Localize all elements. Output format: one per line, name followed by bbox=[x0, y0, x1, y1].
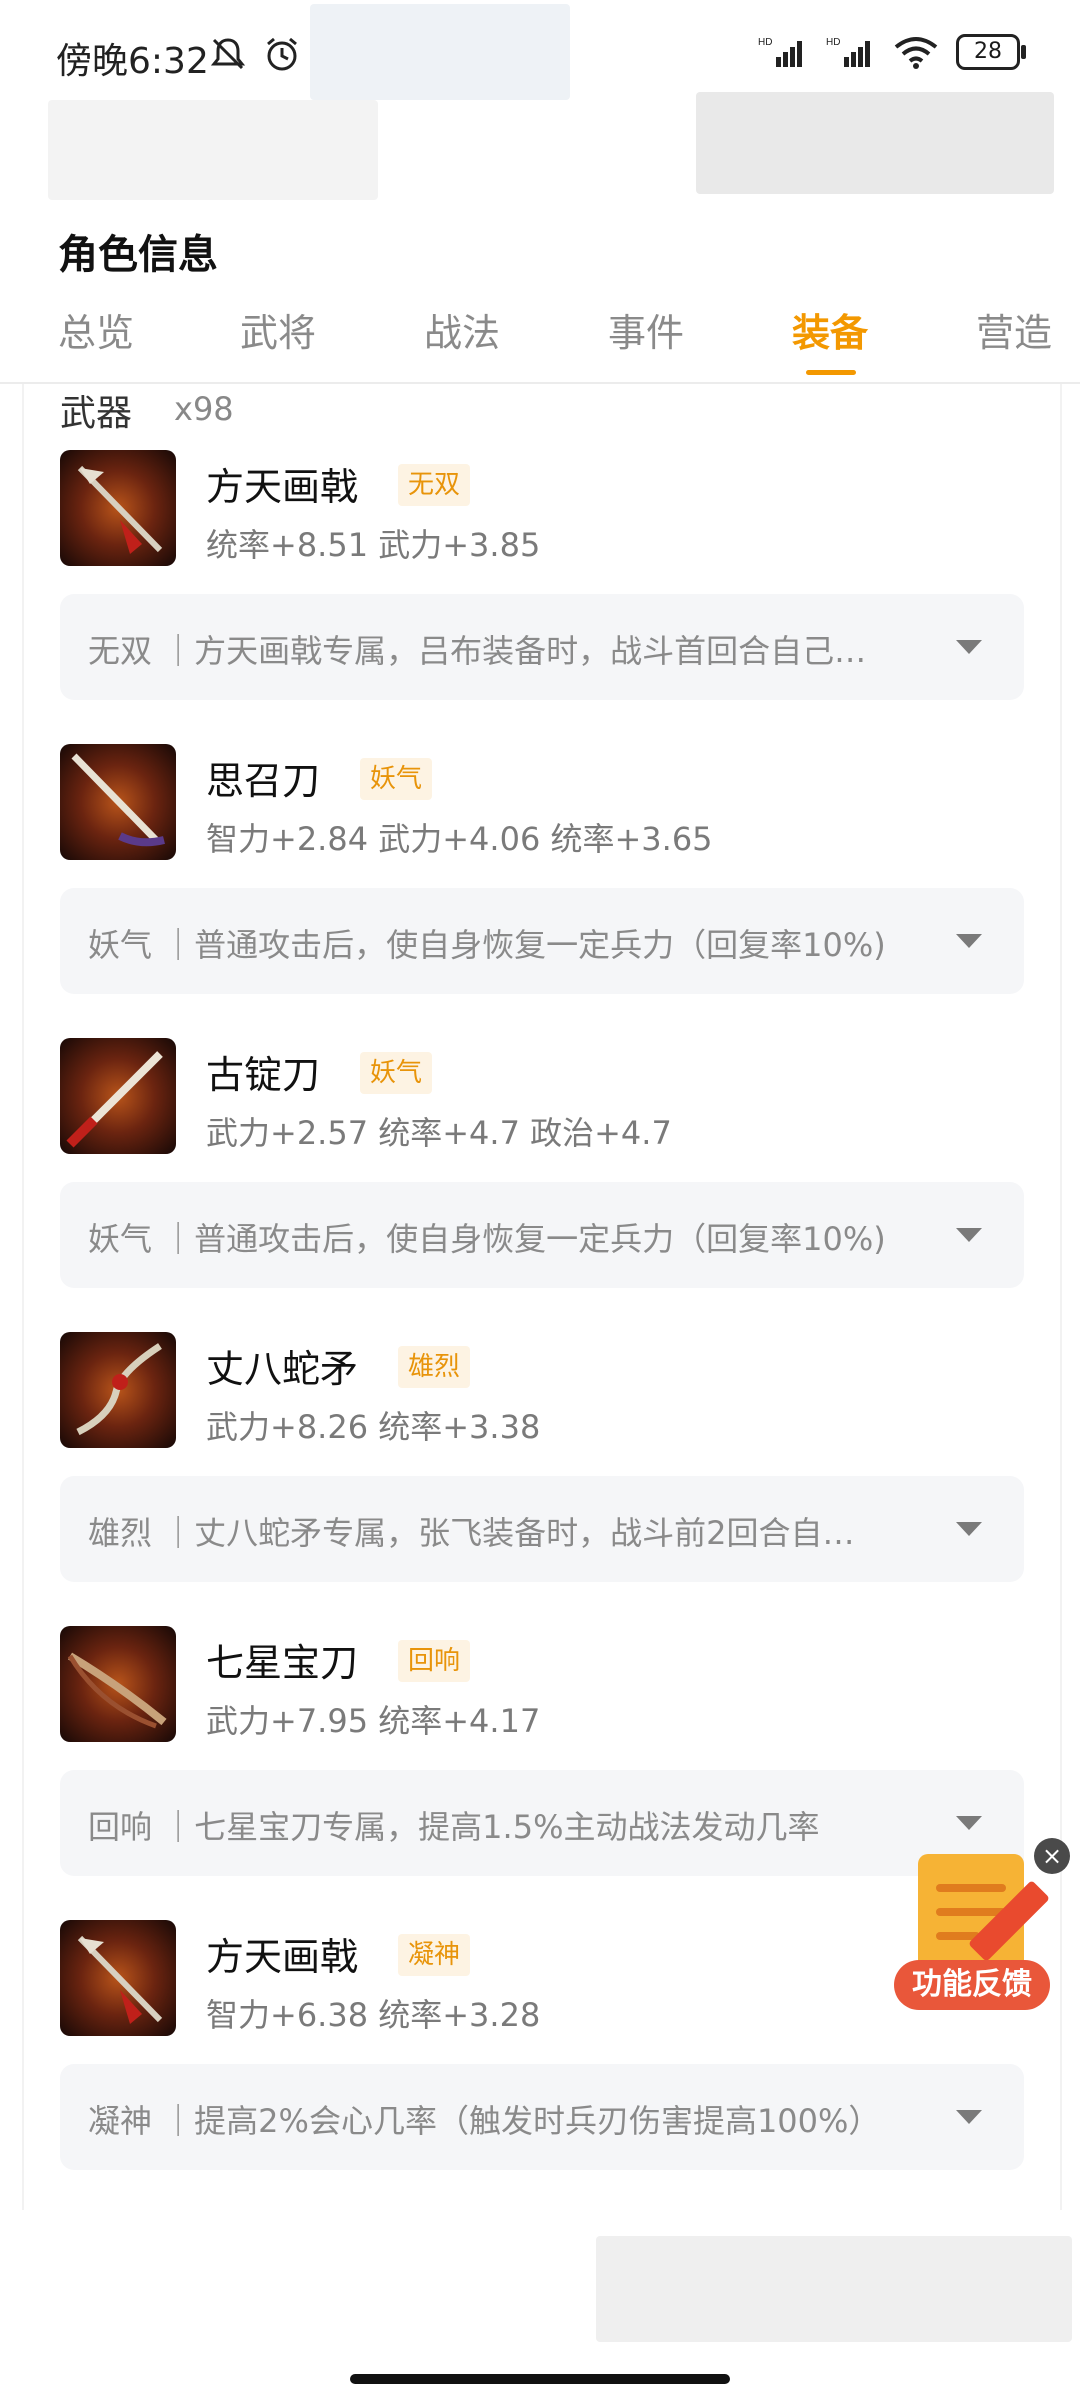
close-icon[interactable]: × bbox=[1034, 1838, 1070, 1874]
chevron-down-icon bbox=[956, 1228, 982, 1242]
skill-tag: 无双 bbox=[398, 464, 471, 506]
chevron-down-icon bbox=[956, 1522, 982, 1536]
weapon-serpent-spear-image bbox=[60, 1332, 176, 1448]
list-item[interactable]: 思召刀 妖气 智力+2.84 武力+4.06 统率+3.65 妖气 ｜普通攻击后… bbox=[60, 744, 1024, 1030]
status-time: 傍晚6:32 bbox=[56, 41, 209, 82]
item-name: 丈八蛇矛 bbox=[206, 1347, 359, 1391]
item-name: 古锭刀 bbox=[206, 1053, 321, 1097]
skill-description-toggle[interactable]: 回响 ｜七星宝刀专属，提高1.5%主动战法发动几率 bbox=[60, 1770, 1024, 1876]
chevron-down-icon bbox=[956, 2110, 982, 2124]
skill-description-toggle[interactable]: 雄烈 ｜丈八蛇矛专属，张飞装备时，战斗前2回合自… bbox=[60, 1476, 1024, 1582]
feedback-label: 功能反馈 bbox=[894, 1960, 1050, 2010]
skill-description-toggle[interactable]: 妖气 ｜普通攻击后，使自身恢复一定兵力（回复率10%) bbox=[60, 1182, 1024, 1288]
weapon-sword-image bbox=[60, 744, 176, 860]
blurred-region-left bbox=[48, 100, 378, 200]
weapon-blade-image bbox=[60, 1038, 176, 1154]
tab-overview[interactable]: 总览 bbox=[58, 302, 134, 357]
weapon-seven-star-sword-image bbox=[60, 1626, 176, 1742]
blurred-region-right bbox=[696, 92, 1054, 194]
list-item[interactable]: 丈八蛇矛 雄烈 武力+8.26 统率+3.38 雄烈 ｜丈八蛇矛专属，张飞装备时… bbox=[60, 1332, 1024, 1618]
signal-hd-icon-2: HD bbox=[826, 37, 870, 67]
skill-description-toggle[interactable]: 无双 ｜方天画戟专属，吕布装备时，战斗首回合自己… bbox=[60, 594, 1024, 700]
skill-description: 妖气 ｜普通攻击后，使自身恢复一定兵力（回复率10%) bbox=[88, 926, 886, 964]
blurred-region-bottom bbox=[596, 2236, 1072, 2342]
svg-text:HD: HD bbox=[826, 37, 840, 48]
alarm-icon bbox=[267, 37, 297, 71]
item-name: 方天画戟 bbox=[206, 1935, 359, 1979]
skill-description: 妖气 ｜普通攻击后，使自身恢复一定兵力（回复率10%) bbox=[88, 1220, 886, 1258]
mute-notification-icon bbox=[210, 38, 246, 70]
skill-description: 凝神 ｜提高2%会心几率（触发时兵刃伤害提高100%） bbox=[88, 2102, 881, 2140]
tab-equipment[interactable]: 装备 bbox=[792, 302, 868, 357]
list-item[interactable]: 古锭刀 妖气 武力+2.57 统率+4.7 政治+4.7 妖气 ｜普通攻击后，使… bbox=[60, 1038, 1024, 1324]
chevron-down-icon bbox=[956, 1816, 982, 1830]
item-stats: 武力+7.95 统率+4.17 bbox=[206, 1702, 541, 1740]
chevron-down-icon bbox=[956, 640, 982, 654]
svg-text:HD: HD bbox=[758, 37, 772, 48]
item-name: 思召刀 bbox=[206, 759, 321, 803]
home-indicator[interactable] bbox=[350, 2374, 730, 2384]
wifi-icon bbox=[894, 37, 938, 69]
skill-description-toggle[interactable]: 凝神 ｜提高2%会心几率（触发时兵刃伤害提高100%） bbox=[60, 2064, 1024, 2170]
item-stats: 统率+8.51 武力+3.85 bbox=[206, 526, 541, 564]
skill-tag: 凝神 bbox=[398, 1934, 471, 1976]
tab-construction[interactable]: 营造 bbox=[976, 302, 1056, 357]
list-item[interactable]: 方天画戟 无双 统率+8.51 武力+3.85 无双 ｜方天画戟专属，吕布装备时… bbox=[60, 450, 1024, 736]
weapon-halberd-image bbox=[60, 1920, 176, 2036]
chevron-down-icon bbox=[956, 934, 982, 948]
signal-hd-icon: HD bbox=[758, 37, 802, 67]
skill-description: 无双 ｜方天画戟专属，吕布装备时，战斗首回合自己… bbox=[88, 632, 867, 670]
skill-tag: 回响 bbox=[398, 1640, 471, 1682]
skill-description-toggle[interactable]: 妖气 ｜普通攻击后，使自身恢复一定兵力（回复率10%) bbox=[60, 888, 1024, 994]
skill-tag: 雄烈 bbox=[398, 1346, 471, 1388]
item-stats: 武力+8.26 统率+3.38 bbox=[206, 1408, 541, 1446]
item-name: 七星宝刀 bbox=[206, 1641, 359, 1685]
tab-events[interactable]: 事件 bbox=[608, 302, 684, 357]
skill-tag: 妖气 bbox=[360, 1052, 433, 1094]
item-stats: 智力+6.38 统率+3.28 bbox=[206, 1996, 541, 2034]
tab-bar: 总览 武将 战法 事件 装备 营造 bbox=[0, 296, 1080, 384]
list-item[interactable]: 七星宝刀 回响 武力+7.95 统率+4.17 回响 ｜七星宝刀专属，提高1.5… bbox=[60, 1626, 1024, 1912]
feedback-button[interactable]: 功能反馈 bbox=[894, 1836, 1054, 2016]
weapon-halberd-image bbox=[60, 450, 176, 566]
skill-description: 回响 ｜七星宝刀专属，提高1.5%主动战法发动几率 bbox=[88, 1808, 820, 1846]
tab-generals[interactable]: 武将 bbox=[240, 302, 316, 357]
tab-tactics[interactable]: 战法 bbox=[424, 302, 500, 357]
skill-tag: 妖气 bbox=[360, 758, 433, 800]
blurred-region bbox=[310, 4, 570, 100]
item-stats: 智力+2.84 武力+4.06 统率+3.65 bbox=[206, 820, 713, 858]
list-item[interactable]: 方天画戟 凝神 智力+6.38 统率+3.28 凝神 ｜提高2%会心几率（触发时… bbox=[60, 1920, 1024, 2206]
skill-description: 雄烈 ｜丈八蛇矛专属，张飞装备时，战斗前2回合自… bbox=[88, 1514, 855, 1552]
item-name: 方天画戟 bbox=[206, 465, 359, 509]
section-count: x98 bbox=[174, 390, 234, 428]
page-title: 角色信息 bbox=[58, 232, 218, 278]
battery-indicator: 28 bbox=[956, 34, 1026, 70]
active-tab-indicator bbox=[806, 370, 856, 375]
item-stats: 武力+2.57 统率+4.7 政治+4.7 bbox=[206, 1114, 672, 1152]
section-title: 武器 bbox=[60, 393, 133, 434]
